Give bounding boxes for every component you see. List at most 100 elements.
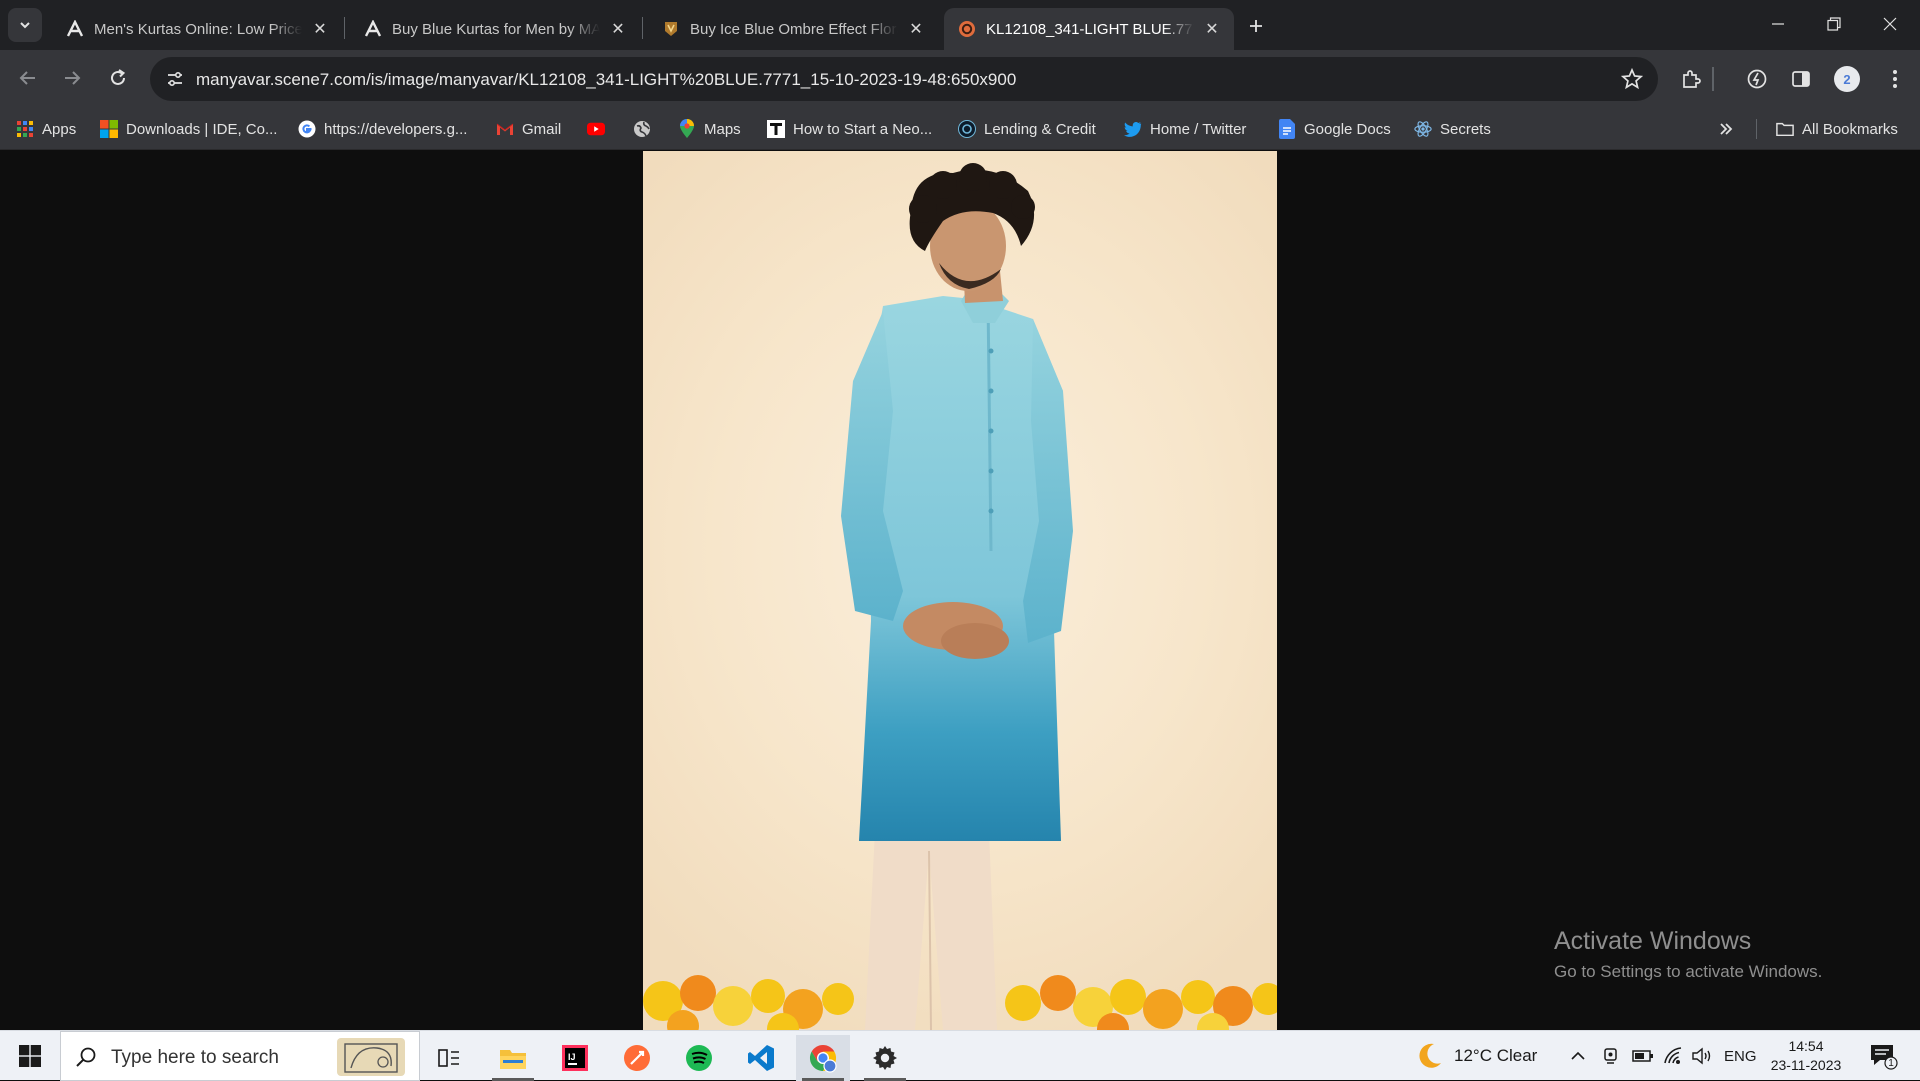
bookmark-twitter[interactable]: Home / Twitter [1124,116,1246,142]
volume-button[interactable] [1692,1031,1714,1081]
double-chevron-right-icon [1720,123,1733,135]
side-panel-icon[interactable] [1786,64,1816,94]
bookmark-label: Apps [42,120,77,138]
tab-title: Men's Kurtas Online: Low Price Offer on … [94,20,302,38]
reload-button[interactable] [100,60,136,96]
all-bookmarks-button[interactable]: All Bookmarks [1776,116,1898,142]
spotify-icon [686,1045,712,1071]
profile-avatar[interactable]: 2 [1834,66,1860,92]
close-icon[interactable]: ✕ [310,19,330,39]
minimize-button[interactable] [1750,0,1806,48]
wifi-button[interactable] [1664,1031,1684,1081]
intellij-icon: IJ [562,1045,588,1071]
intellij-button[interactable]: IJ [548,1035,602,1081]
ajio-a-icon [66,20,84,38]
tab-1[interactable]: Men's Kurtas Online: Low Price Offer on … [52,8,342,50]
tab-2[interactable]: Buy Blue Kurtas for Men by MANYAVAR ✕ [350,8,640,50]
bookmarks-bar: Apps Downloads | IDE, Co... https://deve… [0,108,1920,150]
tray-overflow-button[interactable] [1570,1031,1586,1081]
arrow-left-icon [19,71,35,85]
file-explorer-button[interactable] [486,1035,540,1081]
apps-grid-icon [16,120,34,138]
language-indicator[interactable]: ENG [1724,1031,1757,1081]
bookmarks-overflow-button[interactable] [1718,116,1734,142]
search-placeholder: Type here to search [111,1047,279,1068]
search-highlight-image [337,1038,405,1076]
youtube-icon [587,120,605,138]
task-view-button[interactable] [422,1035,476,1081]
postman-button[interactable] [610,1035,664,1081]
bookmark-globe[interactable] [633,116,659,142]
site-info-icon[interactable] [160,64,190,94]
notifications-button[interactable]: 1 [1868,1031,1898,1081]
bookmark-neo[interactable]: How to Start a Neo... [767,116,932,142]
bookmark-youtube[interactable] [587,116,613,142]
address-bar[interactable]: manyavar.scene7.com/is/image/manyavar/KL… [150,57,1658,101]
bookmark-secrets[interactable]: Secrets [1414,116,1491,142]
bookmark-label: Lending & Credit [984,120,1096,138]
globe-icon [633,120,651,138]
moon-icon [1419,1043,1441,1068]
notification-count: 1 [1888,1058,1894,1069]
weather-widget[interactable]: 12°C Clear [1414,1031,1537,1081]
bookmark-apps[interactable]: Apps [16,116,76,142]
chevron-down-icon [20,22,30,29]
weather-text: 12°C Clear [1454,1046,1538,1065]
search-icon [76,1047,96,1067]
chrome-icon [809,1044,837,1073]
wifi-icon [1664,1047,1682,1064]
taskbar-search[interactable]: Type here to search [60,1031,420,1081]
folder-icon [1776,120,1794,138]
google-g-icon [298,120,316,138]
vscode-icon [748,1045,774,1071]
t-logo-icon [767,120,785,138]
tab-4-active[interactable]: KL12108_341-LIGHT BLUE.7771_15-10-2023-1… [944,8,1234,50]
gmail-icon [496,120,514,138]
tab-divider [344,17,345,39]
bookmarks-divider [1756,119,1757,139]
extensions-puzzle-icon[interactable] [1676,64,1706,94]
bookmark-maps[interactable]: Maps [678,116,741,142]
tab-3[interactable]: Buy Ice Blue Ombre Effect Floral Kurta S… [648,8,938,50]
close-icon [1883,17,1897,31]
postman-icon [624,1045,650,1071]
scene7-icon [958,20,976,38]
plus-icon [1250,20,1262,32]
new-tab-button[interactable] [1242,12,1270,40]
windows-logo-icon [100,120,118,138]
chrome-button[interactable] [796,1035,850,1081]
speaker-icon [1692,1047,1711,1065]
start-button[interactable] [10,1040,50,1072]
url-text[interactable]: manyavar.scene7.com/is/image/manyavar/KL… [196,70,1016,90]
battery-button[interactable] [1632,1031,1654,1081]
bookmark-downloads[interactable]: Downloads | IDE, Co... [100,116,277,142]
meet-now-button[interactable] [1602,1031,1620,1081]
vscode-button[interactable] [734,1035,788,1081]
bookmark-lending-credit[interactable]: Lending & Credit [958,116,1096,142]
forward-button[interactable] [54,60,90,96]
product-image[interactable] [643,151,1277,1030]
bookmark-developers-google[interactable]: https://developers.g... [298,116,467,142]
tab-search-button[interactable] [8,8,42,42]
spotify-button[interactable] [672,1035,726,1081]
camera-icon [1604,1048,1617,1064]
bookmark-star-icon[interactable] [1620,67,1644,91]
settings-button[interactable] [858,1035,912,1081]
clock[interactable]: 14:54 23-11-2023 [1770,1037,1842,1075]
restore-button[interactable] [1806,0,1862,48]
performance-icon[interactable] [1742,64,1772,94]
minimize-icon [1772,23,1784,25]
close-icon[interactable]: ✕ [906,19,926,39]
back-button[interactable] [10,60,46,96]
bookmark-google-docs[interactable]: Google Docs [1278,116,1391,142]
folder-icon [500,1050,526,1069]
close-window-button[interactable] [1862,0,1918,48]
twitter-bird-icon [1124,120,1142,138]
kebab-menu-icon[interactable] [1880,64,1910,94]
clock-date: 23-11-2023 [1770,1057,1842,1073]
close-icon[interactable]: ✕ [1202,19,1222,39]
close-icon[interactable]: ✕ [608,19,628,39]
restore-icon [1827,17,1841,31]
svg-text:IJ: IJ [568,1052,576,1062]
bookmark-gmail[interactable]: Gmail [496,116,561,142]
